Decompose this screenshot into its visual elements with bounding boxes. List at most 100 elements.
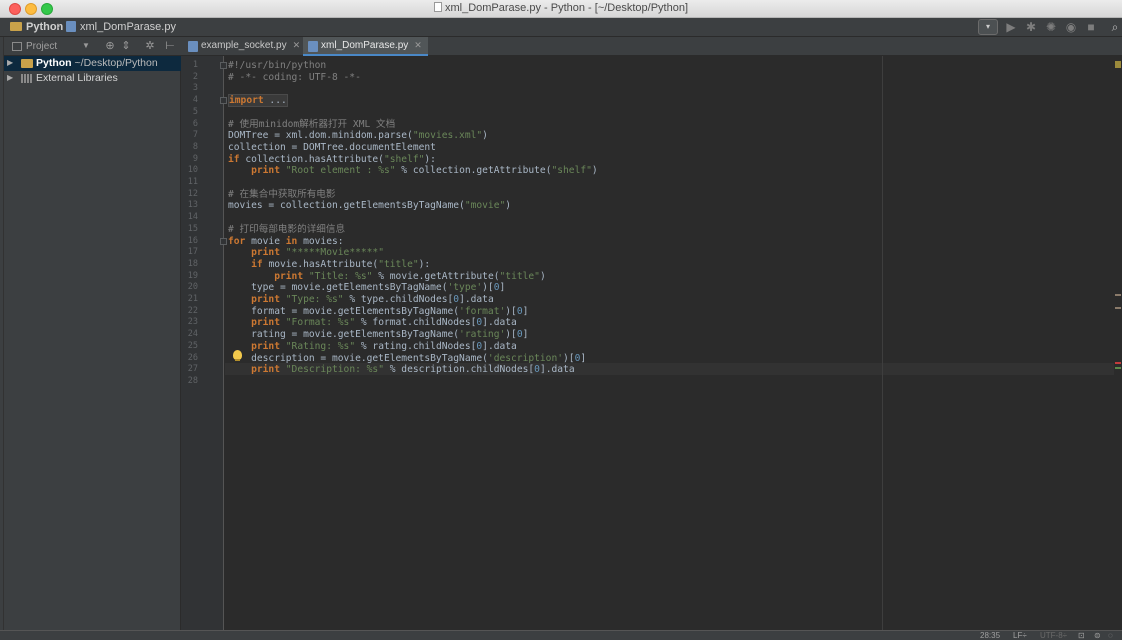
line-number: 6	[192, 118, 198, 129]
code-line[interactable]: # 在集合中获取所有电影	[228, 189, 336, 201]
navigation-bar: Python › xml_DomParase.py ▾ ▶ ✱ ✺ ◉ ■ ⌕	[0, 18, 1122, 37]
expand-arrow-icon[interactable]: ▶	[7, 73, 13, 82]
debug-icon[interactable]: ✱	[1024, 20, 1038, 34]
run-config-dropdown[interactable]: ▾	[978, 19, 998, 35]
fold-marker-icon[interactable]	[220, 62, 227, 69]
folder-icon	[21, 59, 33, 68]
hide-panel-icon[interactable]: ⊢	[164, 40, 176, 52]
line-number: 14	[187, 212, 198, 223]
folder-icon	[10, 22, 22, 31]
code-line[interactable]: # 打印每部电影的详细信息	[228, 224, 345, 236]
line-number: 2	[192, 71, 198, 82]
code-line[interactable]: # 使用minidom解析器打开 XML 文档	[228, 119, 395, 131]
change-marker[interactable]	[1115, 367, 1121, 369]
line-number: 13	[187, 200, 198, 211]
gear-icon[interactable]: ✲	[144, 40, 156, 52]
event-log-icon[interactable]: ◌	[1108, 631, 1113, 640]
inspection-marker[interactable]	[1115, 307, 1121, 309]
collapse-all-icon[interactable]: ⇕	[120, 40, 132, 52]
project-view-icon	[12, 42, 22, 51]
code-line[interactable]: format = movie.getElementsByTagName('for…	[228, 306, 528, 318]
status-bar: 28:35 LF÷ UTF-8÷ ⊡ ⊜ ◌	[0, 630, 1122, 640]
code-line[interactable]: if collection.hasAttribute("shelf"):	[228, 154, 436, 166]
caret-position[interactable]: 28:35	[980, 631, 1000, 640]
editor-tab-bar: example_socket.py ✕ xml_DomParase.py ✕	[181, 37, 1122, 56]
tree-item-label: External Libraries	[36, 72, 118, 84]
profile-icon[interactable]: ◉	[1064, 20, 1078, 34]
document-icon	[433, 2, 442, 12]
code-line[interactable]: print "Type: %s" % type.childNodes[0].da…	[228, 294, 494, 306]
window-title-bar: xml_DomParase.py - Python - [~/Desktop/P…	[0, 0, 1122, 18]
line-separator-selector[interactable]: LF÷	[1013, 631, 1027, 640]
code-line[interactable]: # -*- coding: UTF-8 -*-	[228, 72, 361, 84]
line-number: 20	[187, 282, 198, 293]
code-line[interactable]: print "Format: %s" % format.childNodes[0…	[228, 317, 517, 329]
close-tab-icon[interactable]: ✕	[293, 40, 301, 50]
scroll-from-source-icon[interactable]: ⊕	[104, 40, 116, 52]
run-icon[interactable]: ▶	[1004, 20, 1018, 34]
code-line[interactable]: movies = collection.getElementsByTagName…	[228, 200, 511, 212]
tab-xml-domparase[interactable]: xml_DomParase.py ✕	[303, 37, 428, 56]
code-line[interactable]: rating = movie.getElementsByTagName('rat…	[228, 329, 528, 341]
line-number: 5	[192, 106, 198, 117]
fold-marker-icon[interactable]	[220, 97, 227, 105]
search-icon[interactable]: ⌕	[1108, 20, 1122, 34]
code-line[interactable]: for movie in movies:	[228, 236, 344, 248]
git-icon[interactable]: ⊜	[1094, 631, 1101, 640]
library-icon	[21, 74, 33, 83]
error-marker[interactable]	[1115, 362, 1121, 364]
code-line[interactable]: DOMTree = xml.dom.minidom.parse("movies.…	[228, 130, 488, 142]
tree-item-python[interactable]: ▶ Python ~/Desktop/Python	[4, 56, 181, 71]
error-stripe[interactable]	[1114, 56, 1122, 630]
lock-icon[interactable]: ⊡	[1078, 631, 1085, 640]
code-line[interactable]: print "Root element : %s" % collection.g…	[228, 165, 598, 177]
code-line[interactable]: print "Description: %s" % description.ch…	[228, 364, 575, 376]
code-line[interactable]: #!/usr/bin/python	[228, 60, 326, 72]
line-number: 9	[192, 153, 198, 164]
right-margin-guide	[882, 56, 883, 630]
line-number: 10	[187, 165, 198, 176]
breadcrumb-project[interactable]: Python	[10, 21, 63, 33]
line-number: 19	[187, 270, 198, 281]
line-number: 28	[187, 375, 198, 386]
line-number: 4	[192, 95, 198, 106]
code-line[interactable]: print "Title: %s" % movie.getAttribute("…	[228, 271, 546, 283]
line-number: 12	[187, 188, 198, 199]
coverage-icon[interactable]: ✺	[1044, 20, 1058, 34]
line-number: 23	[187, 317, 198, 328]
python-file-icon	[66, 21, 76, 32]
lightbulb-icon[interactable]	[233, 350, 242, 361]
line-number: 16	[187, 235, 198, 246]
line-number: 21	[187, 294, 198, 304]
line-number: 26	[187, 352, 198, 363]
inspection-marker[interactable]	[1115, 294, 1121, 296]
python-file-icon	[308, 41, 318, 52]
tab-example-socket[interactable]: example_socket.py ✕	[183, 37, 306, 56]
line-number: 11	[187, 177, 198, 187]
breadcrumb-file[interactable]: xml_DomParase.py	[66, 21, 176, 33]
close-tab-icon[interactable]: ✕	[414, 40, 422, 50]
expand-arrow-icon[interactable]: ▶	[7, 58, 13, 67]
warning-marker[interactable]	[1115, 61, 1121, 68]
code-line[interactable]: type = movie.getElementsByTagName('type'…	[228, 282, 505, 294]
code-line[interactable]: description = movie.getElementsByTagName…	[228, 353, 586, 365]
line-number: 8	[192, 141, 198, 152]
project-view-label[interactable]: Project	[26, 41, 57, 52]
line-number: 17	[187, 247, 198, 258]
code-line[interactable]: collection = DOMTree.documentElement	[228, 142, 436, 154]
stop-icon[interactable]: ■	[1084, 20, 1098, 34]
code-editor[interactable]: 1 2 3 4 5 6 7 8 9 10 11 12 13 14 15 16 17 18 19 20 21 22 23 24 2…	[181, 56, 1122, 630]
code-line[interactable]: print "*****Movie*****"	[228, 247, 384, 259]
encoding-selector[interactable]: UTF-8÷	[1040, 631, 1067, 640]
code-line[interactable]: print "Rating: %s" % rating.childNodes[0…	[228, 341, 517, 353]
fold-marker-icon[interactable]	[220, 237, 227, 245]
code-line[interactable]: if movie.hasAttribute("title"):	[228, 259, 430, 271]
project-panel-header: Project ▼ ⊕ ⇕ ✲ ⊢	[4, 37, 181, 56]
line-number: 3	[192, 83, 198, 94]
line-number: 18	[187, 258, 198, 269]
code-line[interactable]: import ...	[228, 94, 288, 108]
line-number: 27	[187, 364, 198, 375]
line-number: 1	[192, 60, 198, 70]
tree-item-external-libraries[interactable]: ▶ External Libraries	[4, 71, 181, 86]
chevron-down-icon[interactable]: ▼	[82, 41, 90, 50]
